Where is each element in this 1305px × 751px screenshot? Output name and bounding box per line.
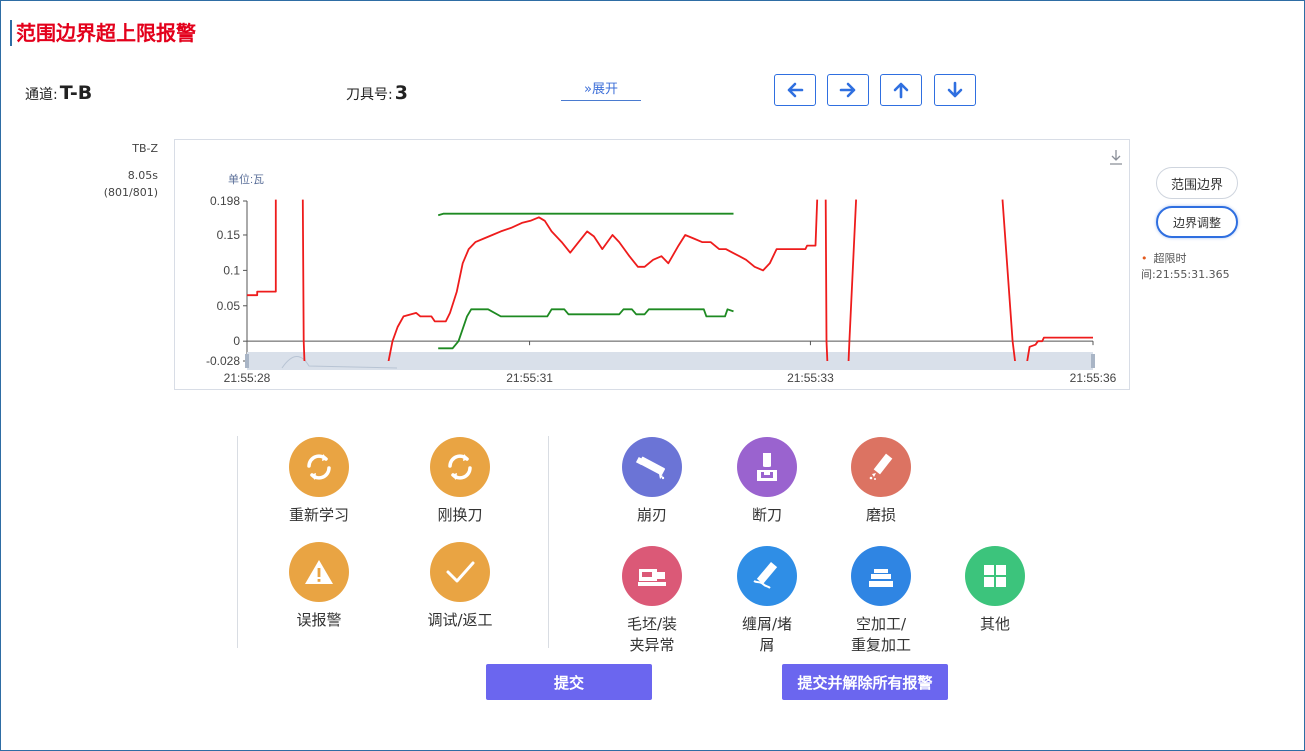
zoom-handle-right	[1091, 354, 1095, 368]
option-other-label: 其他	[979, 615, 1010, 633]
signal-count: (801/801)	[103, 186, 158, 199]
blank-clamp-icon	[622, 546, 682, 606]
channel-value: T-B	[59, 82, 93, 104]
refresh-icon	[289, 437, 349, 497]
chipped-tool-icon	[622, 437, 682, 497]
signal-name: TB-Z	[132, 142, 158, 155]
option-chipped-edge[interactable]: 崩刃	[592, 437, 712, 526]
page-title: 范围边界超上限报警	[10, 20, 196, 46]
submit-button[interactable]: 提交	[486, 664, 652, 700]
wear-icon	[851, 437, 911, 497]
unit-label: 单位:瓦	[228, 172, 264, 186]
y-tick-label: 0.198	[210, 194, 240, 208]
option-blank-clamp-label-line2: 夹异常	[629, 636, 675, 654]
download-icon[interactable]	[1110, 150, 1122, 165]
plot-area	[247, 199, 1093, 361]
grid-icon	[965, 546, 1025, 606]
option-empty-machining-label-line1: 空加工/	[855, 615, 907, 633]
divider-left	[237, 436, 238, 648]
check-icon	[430, 542, 490, 602]
range-boundary-button[interactable]: 范围边界	[1156, 167, 1238, 199]
series-0-segment-0	[247, 199, 277, 297]
tool-info: 刀具号: 3	[346, 82, 408, 104]
option-new-tool-label: 刚换刀	[437, 506, 483, 524]
option-chip-jam[interactable]: 缠屑/堵 屑	[707, 546, 827, 656]
signal-duration: 8.05s	[127, 169, 158, 182]
warning-icon	[289, 542, 349, 602]
submit-clear-all-button[interactable]: 提交并解除所有报警	[782, 664, 948, 700]
option-chip-jam-label-line2: 屑	[759, 636, 775, 654]
option-chipped-edge-label: 崩刃	[636, 506, 667, 524]
option-empty-machining-label-line2: 重复加工	[850, 636, 911, 654]
option-broken-tool-label: 断刀	[751, 506, 782, 524]
arrow-down-button[interactable]	[934, 74, 976, 106]
zoom-handle-left	[245, 354, 249, 368]
overlimit-line1: 超限时	[1153, 252, 1187, 265]
option-chip-jam-label-line1: 缠屑/堵	[741, 615, 793, 633]
x-tick-label: 21:55:28	[224, 371, 271, 385]
broken-tool-icon	[737, 437, 797, 497]
series-1-segment-0	[437, 212, 734, 217]
option-blank-clamp-label-line1: 毛坯/装	[626, 615, 678, 633]
option-new-tool[interactable]: 刚换刀	[400, 437, 520, 526]
arrow-down-icon	[947, 81, 963, 98]
bullet-dot-icon: •	[1141, 252, 1148, 265]
signal-info: TB-Z 8.05s (801/801)	[90, 140, 158, 201]
overlimit-time: • 超限时 间:21:55:31.365	[1141, 251, 1261, 283]
expand-toggle[interactable]: »展开	[561, 78, 641, 101]
arrow-right-icon	[839, 82, 856, 98]
option-debug-rework[interactable]: 调试/返工	[400, 542, 520, 631]
series-0-segment-1	[301, 199, 306, 361]
option-other[interactable]: 其他	[935, 546, 1055, 635]
option-blank-clamp-label: 毛坯/装 夹异常	[592, 614, 712, 656]
channel-label: 通道:	[25, 87, 58, 103]
y-tick-label: 0.1	[223, 263, 240, 277]
series-0-segment-2	[387, 199, 819, 361]
tool-label: 刀具号:	[346, 87, 393, 103]
series-0-segment-3	[824, 199, 829, 361]
option-relearn[interactable]: 重新学习	[259, 437, 379, 526]
x-tick-label: 21:55:33	[787, 371, 834, 385]
tool-value: 3	[394, 82, 408, 104]
series-0-segment-5	[1001, 199, 1016, 361]
overlimit-line2: 间:21:55:31.365	[1141, 268, 1230, 281]
y-tick-label: 0.05	[217, 299, 241, 313]
series-1-segment-1	[438, 308, 734, 350]
y-tick-label: 0	[233, 334, 240, 348]
option-wear[interactable]: 磨损	[821, 437, 941, 526]
line-chart: 0.198 0.15 0.1 0.05 0 -0.028 单位:瓦 21:55:28 21:55…	[206, 150, 1122, 385]
option-blank-clamp[interactable]: 毛坯/装 夹异常	[592, 546, 712, 656]
arrow-up-button[interactable]	[880, 74, 922, 106]
option-empty-machining[interactable]: 空加工/ 重复加工	[821, 546, 941, 656]
y-tick-label: 0.15	[217, 228, 241, 242]
option-debug-rework-label: 调试/返工	[427, 611, 493, 629]
option-broken-tool[interactable]: 断刀	[707, 437, 827, 526]
chart-container: 0.198 0.15 0.1 0.05 0 -0.028 单位:瓦 21:55:28 21:55…	[174, 139, 1130, 390]
option-false-alarm[interactable]: 误报警	[259, 542, 379, 631]
arrow-left-button[interactable]	[774, 74, 816, 106]
option-chip-jam-label: 缠屑/堵 屑	[707, 614, 827, 656]
boundary-adjust-button[interactable]: 边界调整	[1156, 206, 1238, 238]
divider-middle	[548, 436, 549, 648]
channel-info: 通道: T-B	[25, 82, 92, 104]
option-wear-label: 磨损	[865, 506, 896, 524]
arrow-right-button[interactable]	[827, 74, 869, 106]
y-tick-label: -0.028	[206, 354, 240, 368]
empty-machining-icon	[851, 546, 911, 606]
arrow-up-icon	[893, 82, 909, 99]
option-false-alarm-label: 误报警	[296, 611, 342, 629]
option-empty-machining-label: 空加工/ 重复加工	[821, 614, 941, 656]
option-relearn-label: 重新学习	[288, 506, 349, 524]
x-tick-label: 21:55:36	[1070, 371, 1117, 385]
series-0-segment-4	[847, 199, 857, 361]
x-tick-label: 21:55:31	[506, 371, 553, 385]
arrow-left-icon	[787, 82, 804, 98]
chip-jam-icon	[737, 546, 797, 606]
refresh-icon	[430, 437, 490, 497]
